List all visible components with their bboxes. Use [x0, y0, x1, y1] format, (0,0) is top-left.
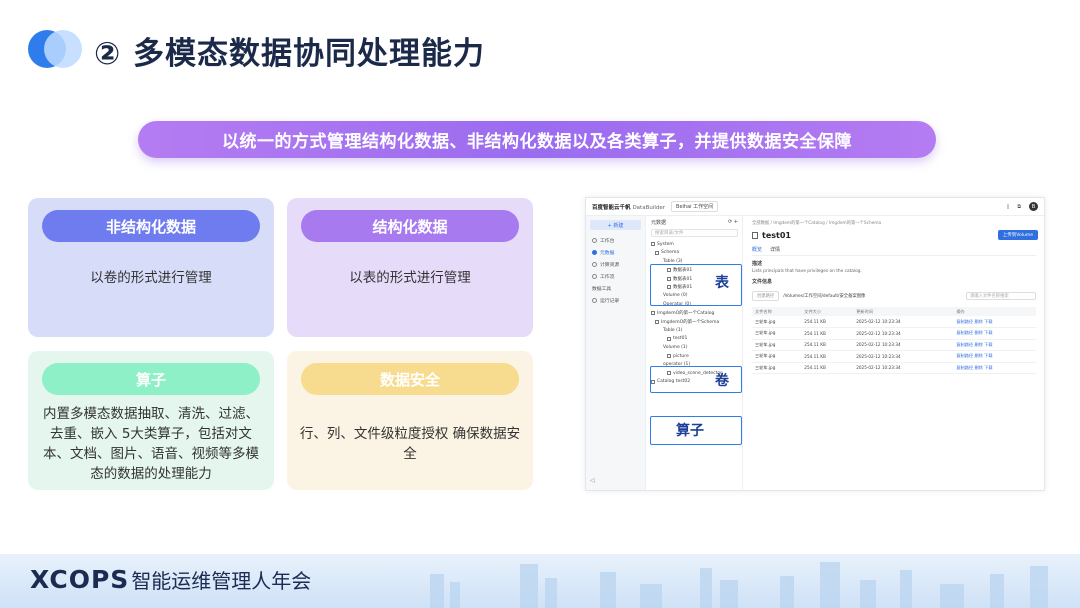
card-unstructured-data: 非结构化数据 以卷的形式进行管理 — [28, 198, 274, 337]
file-search-input[interactable]: 请输入文件名称搜索 — [966, 292, 1036, 300]
volume-path: /Volumes/工作空间/default/安全备案图像 — [783, 294, 866, 299]
page-title: ② 多模态数据协同处理能力 — [94, 36, 486, 72]
table-row[interactable]: 三轮车.jpg 254.11 KB 2025-02-12 10:23:34 复制路径 … — [752, 316, 1036, 328]
column-header: 更新时间 — [853, 307, 954, 316]
app-brand: 百度智能云千帆 DataBuilder — [592, 204, 666, 211]
upload-button[interactable]: 上传到Volume — [997, 230, 1038, 240]
footer-brand: XCOPS 智能运维管理人年会 — [30, 565, 311, 594]
history-icon — [592, 297, 597, 303]
compute-icon — [592, 261, 597, 267]
new-button[interactable]: + 新建 — [590, 220, 641, 230]
tree-node[interactable]: Volume (1) — [651, 343, 738, 352]
nav-item[interactable]: 工作流 — [590, 270, 641, 282]
tree-title: 元数据 — [651, 220, 667, 226]
column-header: 文件大小 — [801, 307, 854, 316]
workspace-select[interactable]: Beihai 工作空间 — [671, 201, 719, 212]
home-icon — [592, 237, 597, 243]
doc-icon[interactable]: ▯ — [1007, 204, 1010, 210]
tree-node[interactable]: ImgdemO的第一个Schema — [651, 317, 738, 326]
card-label: 算子 — [42, 363, 260, 395]
desc-text: Lists principals that have privileges on… — [752, 269, 862, 274]
tree-node[interactable]: ImgdemO的第一个Catalog — [651, 309, 738, 318]
card-text: 以卷的形式进行管理 — [90, 270, 212, 286]
app-topbar: 百度智能云千帆 DataBuilder Beihai 工作空间 ▯ ⧉ B — [586, 198, 1044, 216]
card-structured-data: 结构化数据 以表的形式进行管理 — [287, 198, 533, 337]
tab-details[interactable]: 详情 — [770, 246, 780, 253]
column-header: 操作 — [953, 307, 1036, 316]
card-text: 内置多模态数据抽取、清洗、过滤、去重、嵌入 5大类算子，包括对文本、文档、图片、… — [43, 405, 259, 482]
xcops-logo: XCOPS — [30, 565, 130, 594]
file-table: 文件名称 文件大小 更新时间 操作 三轮车.jpg 254.11 KB 2025-0… — [752, 307, 1036, 374]
title-logo-icon — [28, 30, 84, 68]
database-icon — [592, 249, 597, 255]
highlight-label-operator: 算子 — [676, 423, 704, 439]
detail-title: test01 — [762, 231, 791, 240]
desc-label: 描述 — [752, 261, 763, 267]
files-label: 文件信息 — [752, 279, 773, 285]
nav-item-metadata[interactable]: 元数据 — [590, 246, 641, 258]
card-text: 以表的形式进行管理 — [349, 270, 471, 286]
breadcrumb[interactable]: 全部数据 / Imgdem的第一个Catalog / Imgdem的第一个Sch… — [752, 220, 1036, 226]
nav-item[interactable]: 工作台 — [590, 234, 641, 246]
summary-banner: 以统一的方式管理结构化数据、非结构化数据以及各类算子，并提供数据安全保障 — [138, 121, 936, 158]
tree-search-input[interactable]: 搜索目录/文件 — [651, 229, 738, 237]
product-screenshot: 百度智能云千帆 DataBuilder Beihai 工作空间 ▯ ⧉ B + … — [585, 197, 1045, 491]
card-text: 行、列、文件级粒度授权 确保数据安全 — [299, 425, 521, 462]
avatar[interactable]: B — [1029, 202, 1038, 211]
window-icon[interactable]: ⧉ — [1017, 204, 1021, 210]
highlight-label-table: 表 — [715, 275, 729, 291]
table-row[interactable]: 三轮车.jpg 254.11 KB 2025-02-12 10:23:34 复制路径 … — [752, 350, 1036, 363]
tree-node[interactable]: picture — [651, 352, 738, 361]
detail-panel: 全部数据 / Imgdem的第一个Catalog / Imgdem的第一个Sch… — [744, 216, 1044, 490]
tree-node[interactable]: Table (1) — [651, 326, 738, 335]
tree-node[interactable]: test01 — [651, 335, 738, 344]
nav-item[interactable]: 数据工具 — [590, 282, 641, 294]
app-sidebar: + 新建 工作台 元数据 计算资源 工作流 数据工具 运行记录 ◁ — [586, 216, 646, 490]
create-path-button[interactable]: 创建路径 — [752, 291, 780, 301]
card-label: 结构化数据 — [301, 210, 519, 242]
table-row[interactable]: 三轮车.jpg 254.11 KB 2025-02-12 10:23:34 复制路径 … — [752, 362, 1036, 374]
tree-node[interactable]: System — [651, 240, 738, 249]
card-data-security: 数据安全 行、列、文件级粒度授权 确保数据安全 — [287, 351, 533, 490]
card-operators: 算子 内置多模态数据抽取、清洗、过滤、去重、嵌入 5大类算子，包括对文本、文档、… — [28, 351, 274, 490]
table-row[interactable]: 三轮车.jpg 254.11 KB 2025-02-12 10:23:34 复制路径 … — [752, 339, 1036, 351]
workflow-icon — [592, 273, 597, 279]
tree-node[interactable]: Schema — [651, 249, 738, 258]
tab-overview[interactable]: 概览 — [752, 246, 762, 253]
nav-item[interactable]: 计算资源 — [590, 258, 641, 270]
column-header: 文件名称 — [752, 307, 802, 316]
refresh-add-icon[interactable]: ⟳ + — [728, 219, 738, 226]
collapse-icon[interactable]: ◁ — [590, 477, 595, 484]
card-label: 数据安全 — [301, 363, 519, 395]
card-label: 非结构化数据 — [42, 210, 260, 242]
highlight-label-volume: 卷 — [715, 373, 729, 389]
metadata-tree: 元数据 ⟳ + 搜索目录/文件 System Schema Table (3) 数… — [647, 216, 743, 490]
event-name: 智能运维管理人年会 — [131, 569, 312, 593]
volume-icon — [752, 232, 758, 239]
nav-item[interactable]: 运行记录 — [590, 294, 641, 306]
table-row[interactable]: 三轮车.jpg 254.11 KB 2025-02-12 10:23:34 复制路径 … — [752, 327, 1036, 340]
